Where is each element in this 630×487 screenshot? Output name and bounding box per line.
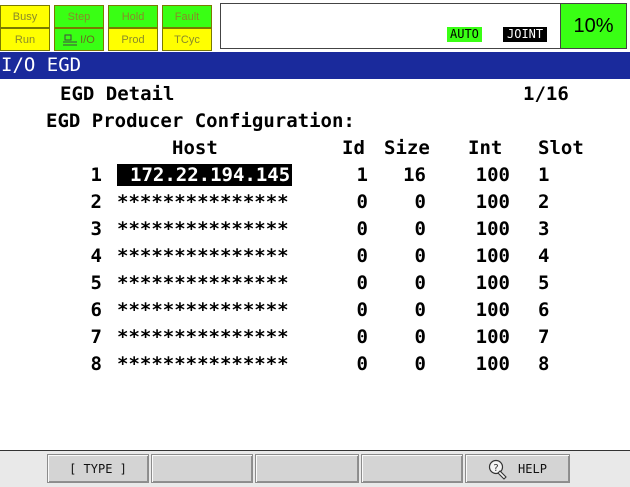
- slot-field: 2: [538, 191, 550, 213]
- section-heading: EGD Producer Configuration:: [46, 110, 355, 132]
- f3-fkey-button[interactable]: [255, 454, 359, 483]
- row-number: 4: [90, 245, 102, 267]
- prod-lamp: Prod: [108, 28, 158, 51]
- size-field[interactable]: 0: [382, 326, 426, 348]
- mode-indicator: AUTO: [447, 27, 482, 42]
- size-field[interactable]: 0: [382, 191, 426, 213]
- id-field[interactable]: 0: [340, 191, 368, 213]
- status-bar: Busy Step Hold Fault Run I/O Prod TCyc A…: [0, 0, 630, 52]
- id-field[interactable]: 0: [340, 272, 368, 294]
- step-lamp: Step: [54, 5, 104, 28]
- svg-text:?: ?: [493, 463, 498, 474]
- size-field[interactable]: 0: [382, 353, 426, 375]
- host-field[interactable]: ***************: [117, 218, 289, 240]
- int-field[interactable]: 100: [460, 299, 510, 321]
- slot-field: 6: [538, 299, 550, 321]
- id-field[interactable]: 1: [340, 164, 368, 186]
- size-field[interactable]: 0: [382, 299, 426, 321]
- help-icon: ?: [488, 459, 507, 480]
- int-field[interactable]: 100: [460, 191, 510, 213]
- col-int: Int: [468, 137, 503, 159]
- slot-field: 8: [538, 353, 550, 375]
- f2-fkey-button[interactable]: [151, 454, 253, 483]
- id-field[interactable]: 0: [340, 299, 368, 321]
- screen-title: I/O EGD: [0, 52, 630, 79]
- host-field[interactable]: ***************: [117, 353, 289, 375]
- host-field-selected[interactable]: 172.22.194.145: [117, 164, 293, 186]
- row-number: 2: [90, 191, 102, 213]
- tcyc-lamp: TCyc: [162, 28, 212, 51]
- egd-detail-panel: EGD Detail 1/16 EGD Producer Configurati…: [0, 79, 630, 450]
- size-field[interactable]: 0: [382, 272, 426, 294]
- size-field[interactable]: 0: [382, 218, 426, 240]
- int-field[interactable]: 100: [460, 353, 510, 375]
- row-number: 1: [90, 164, 102, 186]
- detail-heading: EGD Detail: [60, 83, 175, 105]
- message-box: [220, 3, 560, 49]
- row-number: 3: [90, 218, 102, 240]
- col-id: Id: [342, 137, 365, 159]
- id-field[interactable]: 0: [340, 353, 368, 375]
- row-number: 6: [90, 299, 102, 321]
- id-field[interactable]: 0: [340, 326, 368, 348]
- host-field[interactable]: ***************: [117, 299, 289, 321]
- id-field[interactable]: 0: [340, 245, 368, 267]
- host-field[interactable]: ***************: [117, 272, 289, 294]
- run-lamp: Run: [0, 28, 50, 51]
- busy-lamp: Busy: [0, 5, 50, 28]
- type-fkey-button[interactable]: [ TYPE ]: [47, 454, 149, 483]
- row-number: 7: [90, 326, 102, 348]
- host-field[interactable]: ***************: [117, 191, 289, 213]
- host-field[interactable]: ***************: [117, 326, 289, 348]
- int-field[interactable]: 100: [460, 326, 510, 348]
- function-key-bar: [ TYPE ] ? HELP: [0, 450, 630, 487]
- slot-field: 3: [538, 218, 550, 240]
- int-field[interactable]: 100: [460, 245, 510, 267]
- hold-lamp: Hold: [108, 5, 158, 28]
- f4-fkey-button[interactable]: [361, 454, 463, 483]
- io-lamp: I/O: [54, 28, 104, 51]
- speed-override[interactable]: 10%: [560, 3, 627, 49]
- help-fkey-button[interactable]: ? HELP: [465, 454, 570, 483]
- int-field[interactable]: 100: [460, 164, 510, 186]
- int-field[interactable]: 100: [460, 272, 510, 294]
- io-plug-icon: [63, 34, 78, 45]
- col-size: Size: [384, 137, 430, 159]
- col-host: Host: [172, 137, 218, 159]
- host-field[interactable]: ***************: [117, 245, 289, 267]
- row-number: 8: [90, 353, 102, 375]
- coord-indicator: JOINT: [503, 27, 548, 42]
- size-field[interactable]: 16: [382, 164, 426, 186]
- id-field[interactable]: 0: [340, 218, 368, 240]
- slot-field: 4: [538, 245, 550, 267]
- slot-field: 7: [538, 326, 550, 348]
- col-slot: Slot: [538, 137, 584, 159]
- slot-field: 5: [538, 272, 550, 294]
- page-indicator: 1/16: [523, 83, 569, 105]
- fault-lamp: Fault: [162, 5, 212, 28]
- int-field[interactable]: 100: [460, 218, 510, 240]
- slot-field: 1: [538, 164, 550, 186]
- size-field[interactable]: 0: [382, 245, 426, 267]
- row-number: 5: [90, 272, 102, 294]
